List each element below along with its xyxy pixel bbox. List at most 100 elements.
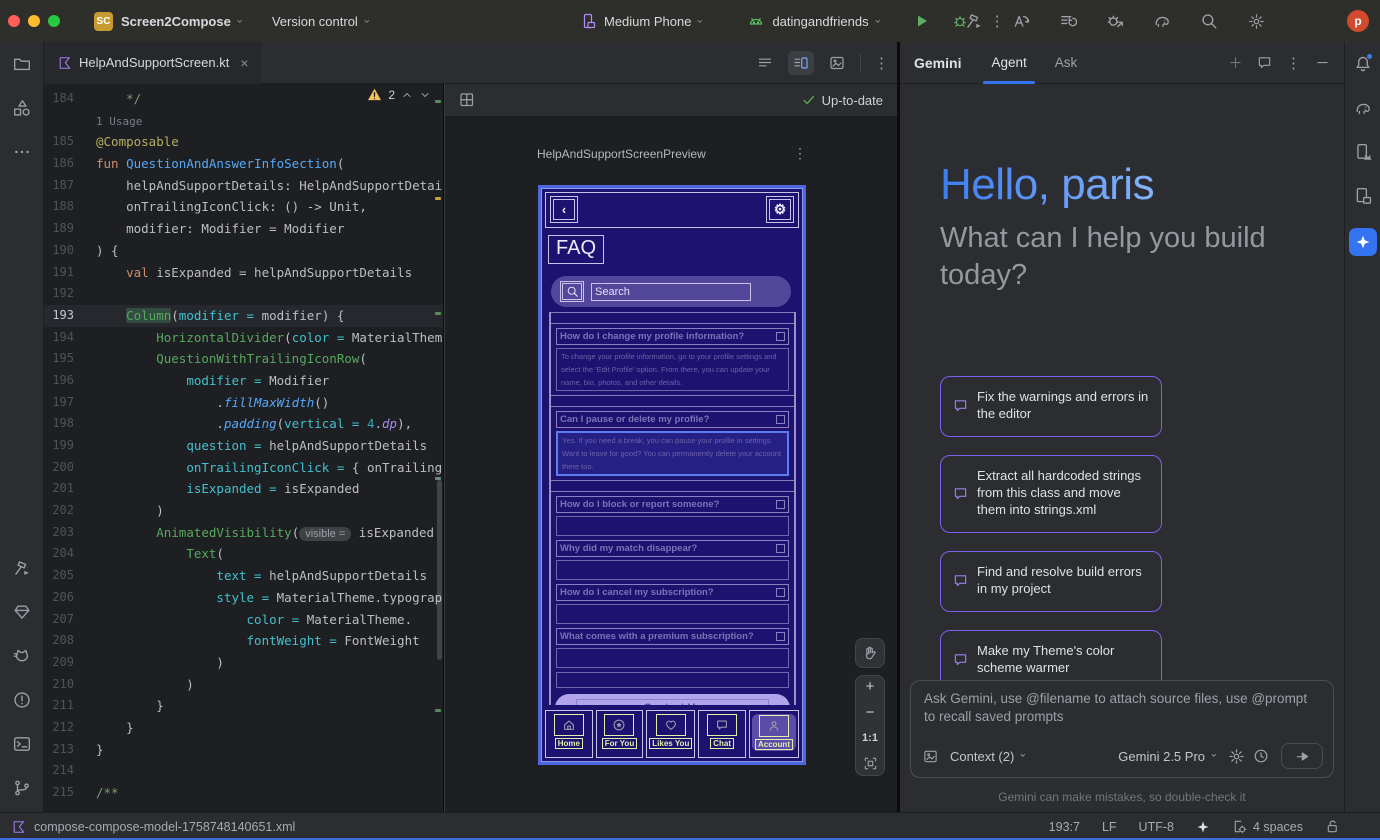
code-line[interactable]: 201 isExpanded = isExpanded (44, 478, 443, 500)
app-quality-insights-icon[interactable] (10, 600, 34, 624)
run-configuration-selector[interactable]: datingandfriends (772, 14, 868, 29)
code-line[interactable]: 185@Composable (44, 131, 443, 153)
tab-help-and-support-screen[interactable]: HelpAndSupportScreen.kt × (44, 42, 261, 84)
indent-config[interactable]: 4 spaces (1232, 819, 1303, 834)
attach-debugger-icon[interactable] (1103, 9, 1127, 33)
suggestion-card[interactable]: Find and resolve build errors in my proj… (940, 551, 1162, 612)
preview-search-field[interactable]: Search (591, 283, 751, 301)
code-line[interactable]: 207 color = MaterialTheme. (44, 609, 443, 631)
terminal-icon[interactable] (10, 732, 34, 756)
hide-panel-icon[interactable] (1315, 55, 1330, 70)
faq-question[interactable]: Can I pause or delete my profile? (556, 411, 789, 428)
gemini-options-kebab-icon[interactable]: ⋮ (1286, 54, 1301, 72)
code-line[interactable]: 214 (44, 760, 443, 782)
resource-manager-icon[interactable] (10, 96, 34, 120)
preview-options-kebab-icon[interactable]: ⋮ (793, 145, 807, 162)
gemini-input-box[interactable]: Ask Gemini, use @filename to attach sour… (910, 680, 1334, 778)
apply-changes-icon[interactable] (1009, 9, 1033, 33)
faq-question[interactable]: How do I cancel my subscription? (556, 584, 789, 601)
suggestion-card[interactable]: Fix the warnings and errors in the edito… (940, 376, 1162, 437)
zoom-in-button[interactable]: + (866, 680, 875, 694)
model-selector[interactable]: Gemini 2.5 Pro (1118, 749, 1220, 764)
preview-back-button[interactable]: ‹ (550, 196, 578, 223)
code-line[interactable]: 208 fontWeight = FontWeight (44, 630, 443, 652)
nav-item-account[interactable]: Account (749, 710, 799, 758)
prev-issue-icon[interactable] (401, 89, 413, 101)
faq-question[interactable]: How do I change my profile information? (556, 328, 789, 345)
next-issue-icon[interactable] (419, 89, 431, 101)
editor-options-kebab-icon[interactable]: ⋮ (874, 54, 889, 72)
context-selector[interactable]: Context (2) (950, 749, 1029, 764)
code-line[interactable]: 200 onTrailingIconClick = { onTrailingIc… (44, 457, 443, 479)
code-line[interactable]: 213} (44, 739, 443, 761)
status-file-name[interactable]: compose-compose-model-1758748140651.xml (34, 820, 295, 834)
attach-image-icon[interactable] (923, 749, 938, 764)
code-line[interactable]: 212 } (44, 717, 443, 739)
avatar[interactable]: p (1347, 10, 1369, 32)
pan-tool-button[interactable] (855, 638, 885, 668)
window-zoom-button[interactable] (48, 15, 60, 27)
expand-icon[interactable] (776, 500, 785, 509)
code-line[interactable]: 193 Column(modifier = modifier) { (44, 305, 443, 327)
code-line[interactable]: 190) { (44, 240, 443, 262)
send-button[interactable] (1281, 743, 1323, 769)
faq-question[interactable]: What comes with a premium subscription? (556, 628, 789, 645)
search-icon[interactable] (1197, 9, 1221, 33)
build-icon[interactable] (10, 556, 34, 580)
nav-item-chat[interactable]: Chat (698, 710, 746, 758)
running-devices-icon[interactable] (1351, 140, 1375, 164)
settings-icon[interactable] (1244, 9, 1268, 33)
file-lock-icon[interactable] (1325, 819, 1340, 834)
run-button[interactable] (914, 13, 930, 29)
code-view-button[interactable] (752, 51, 778, 75)
version-control-icon[interactable] (10, 776, 34, 800)
faq-question[interactable]: Why did my match disappear? (556, 540, 789, 557)
nav-item-for-you[interactable]: For You (596, 710, 644, 758)
build-icon[interactable] (962, 9, 986, 33)
code-line[interactable]: 187 helpAndSupportDetails: HelpAndSuppor… (44, 175, 443, 197)
inspections-widget[interactable]: 2 (367, 87, 431, 102)
design-view-button[interactable] (824, 51, 850, 75)
gemini-tab-ask[interactable]: Ask (1055, 42, 1078, 84)
code-line[interactable]: 210 ) (44, 674, 443, 696)
gemini-tab-agent[interactable]: Agent (991, 42, 1026, 84)
expand-icon[interactable] (776, 544, 785, 553)
expand-icon[interactable] (776, 632, 785, 641)
gradle-sync-icon[interactable] (1150, 9, 1174, 33)
code-line[interactable]: 197 .fillMaxWidth() (44, 392, 443, 414)
code-line[interactable]: 188 onTrailingIconClick: () -> Unit, (44, 196, 443, 218)
code-line[interactable]: 191 val isExpanded = helpAndSupportDetai… (44, 262, 443, 284)
file-encoding[interactable]: UTF-8 (1139, 820, 1174, 834)
code-line[interactable]: 204 Text( (44, 543, 443, 565)
device-explorer-icon[interactable] (1351, 184, 1375, 208)
more-tools-icon[interactable] (10, 140, 34, 164)
project-folder-icon[interactable] (10, 52, 34, 76)
code-line[interactable]: 211 } (44, 695, 443, 717)
preview-search-bar[interactable]: Search (551, 276, 791, 307)
zoom-actual-size-button[interactable]: 1:1 (862, 732, 878, 744)
prompt-history-icon[interactable] (1253, 748, 1269, 764)
suggestion-card[interactable]: Extract all hardcoded strings from this … (940, 455, 1162, 533)
nav-item-likes-you[interactable]: Likes You (646, 710, 695, 758)
device-selector[interactable]: Medium Phone (604, 14, 691, 29)
gradle-icon[interactable] (1351, 96, 1375, 120)
code-line[interactable]: 194 HorizontalDivider(color = MaterialTh… (44, 327, 443, 349)
code-line[interactable]: 206 style = MaterialTheme.typography (44, 587, 443, 609)
preview-layout-icon[interactable] (459, 92, 475, 108)
code-line[interactable]: 195 QuestionWithTrailingIconRow( (44, 348, 443, 370)
gemini-icon[interactable] (1349, 228, 1377, 256)
zoom-to-fit-button[interactable] (863, 756, 878, 771)
expand-icon[interactable] (776, 415, 785, 424)
caret-position[interactable]: 193:7 (1049, 820, 1080, 834)
logcat-icon[interactable] (10, 644, 34, 668)
code-line[interactable]: 198 .padding(vertical = 4.dp), (44, 413, 443, 435)
expand-icon[interactable] (776, 588, 785, 597)
line-separator[interactable]: LF (1102, 820, 1117, 834)
code-line[interactable]: 1 Usage (44, 110, 443, 132)
code-line[interactable]: 209 ) (44, 652, 443, 674)
expand-icon[interactable] (776, 332, 785, 341)
code-line[interactable]: 202 ) (44, 500, 443, 522)
zoom-out-button[interactable]: − (866, 706, 875, 720)
code-line[interactable]: 203 AnimatedVisibility(visible = isExpan… (44, 522, 443, 544)
code-line[interactable]: 199 question = helpAndSupportDetails (44, 435, 443, 457)
